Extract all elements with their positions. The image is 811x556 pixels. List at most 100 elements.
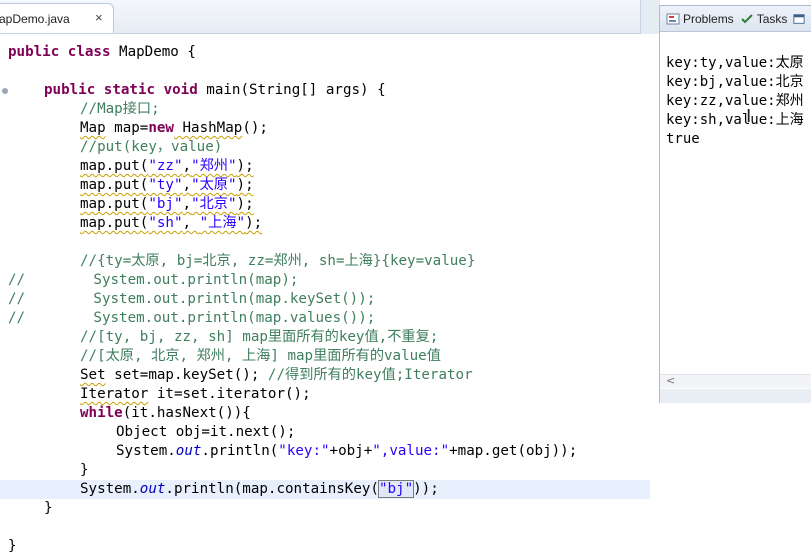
code-line-14: //[ty, bj, zz, sh] map里面所有的key值,不重复; — [0, 328, 650, 347]
console-line: key:bj,value:北京 — [666, 74, 804, 90]
string-literal: "key:" — [278, 443, 330, 459]
code-line-7: map.put("ty","太原"); — [0, 176, 650, 195]
code-text: Object obj=it.next(); — [116, 424, 296, 440]
code-text: ); — [245, 215, 263, 231]
string-literal: "上海" — [199, 215, 246, 231]
editor-tab-label: apDemo.java — [0, 11, 70, 26]
code-line-15: //[太原, 北京, 郑州, 上海] map里面所有的value值 — [0, 347, 650, 366]
keyword: void — [163, 82, 198, 98]
code-text: map.put( — [80, 177, 149, 193]
tab-tasks-label: Tasks — [756, 11, 788, 26]
code-line-18: while(it.hasNext()){ — [0, 404, 650, 423]
code-text: , — [182, 215, 200, 231]
comment: //[太原, 北京, 郑州, 上海] map里面所有的value值 — [80, 348, 441, 364]
comment: //得到所有的key值;Iterator — [267, 367, 473, 383]
code-text: ); — [236, 196, 254, 212]
console-view: Problems Tasks key:ty,value:太原 key:bj,va… — [659, 5, 811, 403]
comment: //{ty=太原, bj=北京, zz=郑州, sh=上海}{key=value… — [80, 253, 476, 269]
code-text: Set — [80, 367, 106, 383]
code-line-2: public static void main(String[] args) { — [0, 81, 650, 100]
code-text: map= — [105, 120, 149, 136]
code-text: } — [44, 500, 53, 516]
code-text: System. — [116, 443, 176, 459]
keyword: public — [44, 82, 96, 98]
editor-tab-bar: apDemo.java × — [0, 0, 660, 34]
code-text: map.put( — [80, 215, 149, 231]
code-line-17: Iterator it=set.iterator(); — [0, 385, 650, 404]
tab-problems[interactable]: Problems — [666, 6, 734, 32]
tab-problems-label: Problems — [683, 11, 734, 26]
code-line-9: map.put("sh", "上海"); — [0, 214, 650, 233]
code-text: MapDemo { — [110, 44, 196, 60]
code-text: )); — [413, 481, 439, 497]
editor-tab-mapdemo[interactable]: apDemo.java × — [0, 3, 114, 33]
tab-tasks[interactable]: Tasks — [740, 6, 788, 32]
code-text: ); — [236, 177, 254, 193]
code-text: Iterator — [80, 386, 149, 402]
code-line-4: Map map=new HashMap(); — [0, 119, 650, 138]
tasks-icon — [740, 13, 753, 23]
horizontal-scrollbar[interactable]: < — [660, 374, 811, 388]
code-text: .println(map.containsKey( — [165, 481, 379, 497]
code-line-11: // System.out.println(map); — [0, 271, 650, 290]
code-text: +map.get(obj)); — [449, 443, 578, 459]
code-text: .println( — [201, 443, 279, 459]
field-name: out — [139, 481, 166, 497]
code-line-16: Set set=map.keySet(); //得到所有的key值;Iterat… — [0, 366, 650, 385]
keyword: new — [148, 120, 174, 136]
code-line-6: map.put("zz","郑州"); — [0, 157, 650, 176]
console-line: key:sh,value:上海 — [666, 112, 804, 128]
code-editor[interactable]: public class MapDemo { public static voi… — [0, 34, 660, 556]
code-text: map.put( — [80, 196, 149, 212]
comment: // System.out.println(map); — [8, 272, 299, 288]
code-line-10: //{ty=太原, bj=北京, zz=郑州, sh=上海}{key=value… — [0, 252, 650, 271]
view-tab-bar: Problems Tasks — [660, 6, 811, 32]
code-line-12: // System.out.println(map.keySet()); — [0, 290, 650, 309]
code-text: ); — [236, 158, 254, 174]
comment: //[ty, bj, zz, sh] map里面所有的key值,不重复; — [80, 329, 439, 345]
string-literal: "太原" — [191, 177, 237, 193]
string-literal: "ty" — [148, 177, 183, 193]
code-line-8: map.put("bj","北京"); — [0, 195, 650, 214]
keyword: class — [67, 44, 111, 60]
code-line-22: System.out.println(map.containsKey("bj")… — [0, 480, 650, 499]
field-name: out — [175, 443, 202, 459]
mouse-cursor-icon: I — [746, 106, 752, 127]
keyword: public — [8, 44, 60, 60]
code-text: (); — [242, 120, 268, 136]
code-line-13: // System.out.println(map.values()); — [0, 309, 650, 328]
code-line-23: } — [0, 499, 650, 518]
console-icon[interactable] — [793, 13, 805, 25]
comment: // System.out.println(map.keySet()); — [8, 291, 376, 307]
code-text: +obj+ — [329, 443, 373, 459]
keyword: static — [103, 82, 156, 98]
selected-string-literal[interactable]: "bj" — [377, 480, 415, 498]
editor-tab-bar-edge — [640, 0, 660, 34]
code-text: HashMap — [173, 120, 243, 136]
scroll-left-icon[interactable]: < — [666, 374, 675, 387]
problems-icon — [666, 13, 680, 24]
string-literal: ",value:" — [372, 443, 450, 459]
close-icon[interactable]: × — [95, 11, 103, 24]
code-text: } — [8, 538, 17, 554]
code-line-24: } — [0, 537, 650, 556]
string-literal: "sh" — [148, 215, 183, 231]
keyword: while — [80, 405, 123, 421]
code-text: set=map.keySet(); — [105, 367, 268, 383]
code-line-5: //put(key，value) — [0, 138, 650, 157]
comment: // System.out.println(map.values()); — [8, 310, 376, 326]
code-text: , — [182, 177, 192, 193]
code-text: , — [182, 196, 192, 212]
code-text: map.put( — [80, 158, 149, 174]
code-line-1: public class MapDemo { — [0, 43, 650, 62]
console-line: key:ty,value:太原 — [666, 55, 804, 71]
code-text: (it.hasNext()){ — [122, 405, 251, 421]
code-text: Map — [80, 120, 106, 136]
string-literal: "北京" — [191, 196, 237, 212]
code-line-19: Object obj=it.next(); — [0, 423, 650, 442]
view-bottom-bar — [660, 389, 811, 403]
code-text: , — [182, 158, 192, 174]
code-text: main(String[] args) { — [197, 82, 386, 98]
code-line-3: //Map接口; — [0, 100, 650, 119]
string-literal: "郑州" — [191, 158, 237, 174]
